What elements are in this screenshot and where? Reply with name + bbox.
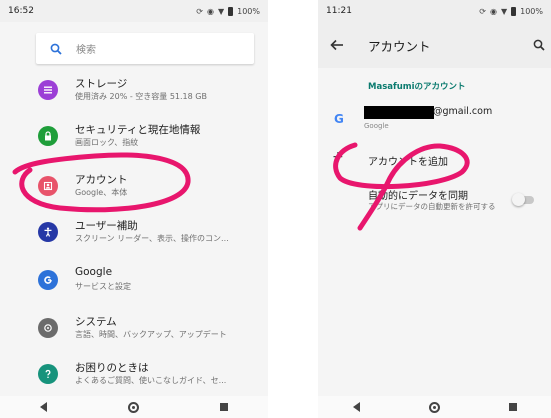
item-subtitle: スクリーン リーダー、表示、操作のコン... <box>75 234 229 243</box>
settings-item-google[interactable]: Google サービスと設定 <box>0 262 268 302</box>
item-title: ストレージ <box>75 78 128 90</box>
home-nav-icon[interactable] <box>428 401 440 413</box>
accessibility-icon <box>38 222 58 242</box>
help-icon <box>38 364 58 384</box>
item-title: お困りのときは <box>75 362 149 374</box>
navigation-bar <box>318 396 551 418</box>
sync-icon: ⟳ <box>479 6 486 16</box>
settings-item-security[interactable]: セキュリティと現在地情報 画面ロック、指紋 <box>0 118 268 158</box>
item-title: ユーザー補助 <box>75 220 138 232</box>
accounts-screen: 11:21 ⟳ ◉ ▼ 100% アカウント Masafumiのアカウント G … <box>318 0 551 418</box>
google-account-item[interactable]: G @gmail.com Google <box>318 100 551 138</box>
add-account-label: アカウントを追加 <box>368 157 448 168</box>
search-bar[interactable]: 検索 <box>36 33 254 64</box>
sync-toggle-knob[interactable] <box>512 193 525 206</box>
settings-item-help[interactable]: お困りのときは よくあるご質問、使いこなしガイド、セ... <box>0 356 268 396</box>
settings-item-accessibility[interactable]: ユーザー補助 スクリーン リーダー、表示、操作のコン... <box>0 214 268 254</box>
account-type: Google <box>364 122 389 130</box>
navigation-bar <box>0 396 268 418</box>
add-account-button[interactable]: + アカウントを追加 <box>318 146 551 176</box>
email-suffix: @gmail.com <box>433 106 493 117</box>
app-bar: アカウント <box>318 22 551 68</box>
status-time: 11:21 <box>326 6 352 16</box>
back-arrow-icon[interactable] <box>330 39 344 51</box>
status-bar: 16:52 ⟳ ◉ ▼ 100% <box>0 0 268 22</box>
google-logo-icon: G <box>334 112 344 126</box>
settings-item-storage[interactable]: ストレージ 使用済み 20% - 空き容量 51.18 GB <box>0 72 268 112</box>
status-time: 16:52 <box>8 6 34 16</box>
signal-icon: ◉ <box>206 6 214 16</box>
item-title: Google <box>75 266 113 278</box>
status-icons: ⟳ ◉ ▼ 100% <box>479 6 543 16</box>
settings-screen: 16:52 ⟳ ◉ ▼ 100% 検索 ストレージ 使用済み 20% - 空き容… <box>0 0 268 418</box>
recent-apps-icon[interactable] <box>219 403 228 411</box>
google-icon <box>38 270 58 290</box>
item-title: アカウント <box>75 174 128 186</box>
item-subtitle: 使用済み 20% - 空き容量 51.18 GB <box>75 92 207 101</box>
battery-level: 100% <box>520 6 543 16</box>
item-subtitle: よくあるご質問、使いこなしガイド、セ... <box>75 376 227 385</box>
battery-icon <box>228 6 234 16</box>
storage-icon <box>38 80 58 100</box>
status-icons: ⟳ ◉ ▼ 100% <box>196 6 260 16</box>
item-subtitle: 画面ロック、指紋 <box>75 138 139 147</box>
settings-item-accounts[interactable]: アカウント Google、本体 <box>0 168 268 208</box>
page-title: アカウント <box>368 39 431 54</box>
item-title: セキュリティと現在地情報 <box>75 124 201 136</box>
search-icon[interactable] <box>533 39 545 51</box>
sync-subtitle: アプリにデータの自動更新を許可する <box>368 202 496 211</box>
back-nav-icon[interactable] <box>352 402 360 412</box>
sync-title: 自動的にデータを同期 <box>368 191 468 202</box>
battery-icon <box>511 6 517 16</box>
home-nav-icon[interactable] <box>127 401 139 413</box>
auto-sync-setting[interactable]: 自動的にデータを同期 アプリにデータの自動更新を許可する <box>318 184 551 224</box>
item-subtitle: サービスと設定 <box>75 282 131 291</box>
settings-item-system[interactable]: システム 言語、時間、バックアップ、アップデート <box>0 310 268 350</box>
back-nav-icon[interactable] <box>40 402 48 412</box>
section-header: Masafumiのアカウント <box>368 82 466 92</box>
wifi-icon: ▼ <box>500 6 508 16</box>
search-icon <box>50 43 62 55</box>
wifi-icon: ▼ <box>217 6 225 16</box>
plus-icon: + <box>332 149 344 165</box>
item-subtitle: 言語、時間、バックアップ、アップデート <box>75 330 227 339</box>
account-icon <box>38 176 58 196</box>
search-placeholder: 検索 <box>76 45 96 56</box>
lock-icon <box>38 126 58 146</box>
item-subtitle: Google、本体 <box>75 188 128 197</box>
battery-level: 100% <box>237 6 260 16</box>
item-title: システム <box>75 316 117 328</box>
signal-icon: ◉ <box>489 6 497 16</box>
recent-apps-icon[interactable] <box>508 403 517 411</box>
status-bar: 11:21 ⟳ ◉ ▼ 100% <box>318 0 551 22</box>
redacted-email <box>364 106 434 119</box>
sync-icon: ⟳ <box>196 6 203 16</box>
info-icon <box>38 318 58 338</box>
